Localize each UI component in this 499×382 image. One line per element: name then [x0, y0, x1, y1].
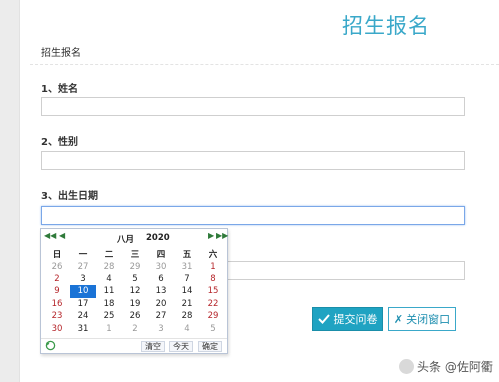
calendar-day[interactable]: 17 — [70, 298, 96, 310]
calendar-day[interactable]: 6 — [148, 273, 174, 285]
next-year-icon[interactable]: ▶▶ — [216, 231, 228, 240]
question-3-label: 3、出生日期 — [41, 191, 98, 202]
form-name: 招生报名 — [41, 48, 81, 59]
calendar-day[interactable]: 24 — [70, 310, 96, 322]
calendar-day[interactable]: 3 — [70, 273, 96, 285]
calendar-day[interactable]: 26 — [44, 260, 70, 272]
left-margin-strip — [0, 0, 20, 382]
calendar-day[interactable]: 28 — [174, 310, 200, 322]
weekday-label: 日 — [52, 250, 62, 261]
calendar-day[interactable]: 21 — [174, 298, 200, 310]
calendar-year[interactable]: 2020 — [146, 233, 170, 243]
calendar-day[interactable]: 8 — [200, 273, 226, 285]
prev-year-icon[interactable]: ◀◀ — [44, 231, 56, 240]
gender-input[interactable] — [41, 151, 465, 170]
calendar-day[interactable]: 1 — [200, 260, 226, 272]
calendar-week: 23 24 25 26 27 28 29 — [44, 310, 226, 322]
weekday-label: 一 — [78, 250, 88, 261]
calendar-week: 9 10 11 12 13 14 15 — [44, 285, 226, 298]
calendar-day[interactable]: 25 — [96, 310, 122, 322]
confirm-button[interactable]: 确定 — [198, 341, 222, 352]
calendar-day[interactable]: 1 — [96, 322, 122, 334]
calendar-day[interactable]: 14 — [174, 285, 200, 297]
question-2-label: 2、性别 — [41, 137, 78, 148]
calendar-day[interactable]: 20 — [148, 298, 174, 310]
calendar-week: 26 27 28 29 30 31 1 — [44, 260, 226, 272]
calendar-day[interactable]: 5 — [122, 273, 148, 285]
calendar-day[interactable]: 11 — [96, 285, 122, 297]
calendar-day[interactable]: 13 — [148, 285, 174, 297]
prev-month-icon[interactable]: ◀ — [59, 231, 65, 240]
calendar-day[interactable]: 19 — [122, 298, 148, 310]
calendar-day[interactable]: 7 — [174, 273, 200, 285]
calendar-day[interactable]: 28 — [96, 260, 122, 272]
calendar-day[interactable]: 29 — [122, 260, 148, 272]
calendar-day[interactable]: 18 — [96, 298, 122, 310]
weekday-label: 五 — [182, 250, 192, 261]
calendar-day[interactable]: 31 — [70, 322, 96, 334]
calendar-week: 2345678 — [44, 273, 226, 285]
calendar-day[interactable]: 2 — [44, 273, 70, 285]
calendar-day[interactable]: 30 — [148, 260, 174, 272]
calendar-day[interactable]: 16 — [44, 298, 70, 310]
avatar-icon — [399, 359, 414, 374]
question-1-label: 1、姓名 — [41, 84, 78, 95]
calendar-day[interactable]: 4 — [96, 273, 122, 285]
clear-button[interactable]: 清空 — [141, 341, 165, 352]
check-icon — [317, 314, 330, 324]
calendar-day[interactable]: 27 — [70, 260, 96, 272]
calendar-header: ◀◀ ◀ 八月 2020 ▶ ▶▶ — [41, 229, 228, 245]
weekday-label: 六 — [208, 250, 218, 261]
page-title: 招生报名 — [342, 14, 430, 38]
next-month-icon[interactable]: ▶ — [208, 231, 214, 240]
weekday-label: 二 — [104, 250, 114, 261]
close-label: 关闭窗口 — [406, 313, 451, 326]
calendar-day[interactable]: 22 — [200, 298, 226, 310]
calendar-month[interactable]: 八月 — [117, 233, 134, 245]
calendar-day[interactable]: 12 — [122, 285, 148, 297]
calendar-day[interactable]: 5 — [200, 322, 226, 334]
calendar-day[interactable]: 3 — [148, 322, 174, 334]
submit-label: 提交问卷 — [333, 313, 378, 326]
watermark-text: 头条 @佐阿衢 — [417, 360, 493, 374]
close-icon: ✗ — [393, 312, 404, 326]
calendar-day[interactable]: 30 — [44, 322, 70, 334]
calendar-day[interactable]: 4 — [174, 322, 200, 334]
watermark: 头条 @佐阿衢 — [399, 358, 493, 375]
close-button[interactable]: ✗ 关闭窗口 — [388, 307, 456, 331]
calendar-week: 16 17 18 19 20 21 22 — [44, 298, 226, 310]
calendar-day[interactable]: 2 — [122, 322, 148, 334]
date-picker: ◀◀ ◀ 八月 2020 ▶ ▶▶ 日一二三四五六 26 27 28 29 30 31 1 2… — [40, 228, 228, 354]
today-button[interactable]: 今天 — [169, 341, 193, 352]
reset-icon[interactable] — [45, 340, 56, 351]
divider — [30, 64, 499, 65]
calendar-day[interactable]: 9 — [44, 285, 70, 297]
calendar-day[interactable]: 31 — [174, 260, 200, 272]
birthdate-input[interactable] — [41, 206, 465, 225]
name-input[interactable] — [41, 97, 465, 116]
submit-button[interactable]: 提交问卷 — [312, 307, 383, 331]
calendar-day[interactable]: 15 — [200, 285, 226, 297]
calendar-footer: 清空 今天 确定 — [41, 338, 227, 353]
calendar-day[interactable]: 27 — [148, 310, 174, 322]
weekday-label: 四 — [156, 250, 166, 261]
calendar-day[interactable]: 29 — [200, 310, 226, 322]
calendar-grid: 日一二三四五六 26 27 28 29 30 31 1 2 3 4 5 6 7 8 9 10 11 12 13 14 1… — [44, 248, 226, 335]
calendar-day[interactable]: 23 — [44, 310, 70, 322]
calendar-day[interactable]: 10 — [70, 285, 96, 298]
weekday-row: 日一二三四五六 — [44, 248, 226, 260]
calendar-day[interactable]: 26 — [122, 310, 148, 322]
weekday-label: 三 — [130, 250, 140, 261]
calendar-week: 30 31 1 2 3 4 5 — [44, 322, 226, 334]
